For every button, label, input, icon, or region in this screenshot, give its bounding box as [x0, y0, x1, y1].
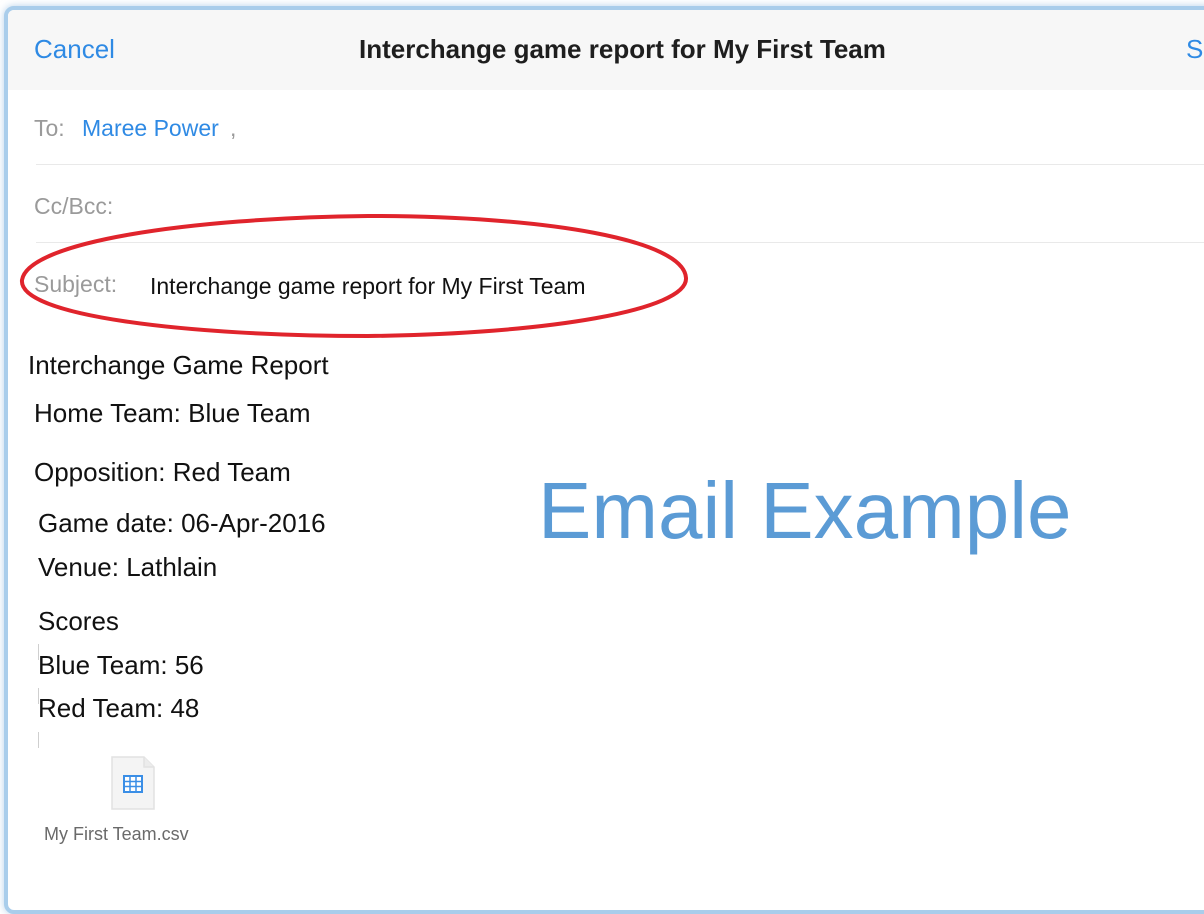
subject-label: Subject: [34, 271, 118, 297]
text-caret-mark [38, 732, 39, 748]
cc-bcc-field[interactable]: Cc/Bcc: [34, 193, 113, 220]
subject-input[interactable]: Interchange game report for My First Tea… [150, 273, 585, 300]
body-line-game-date: Game date: 06-Apr-2016 [38, 508, 326, 538]
body-line-home-team: Home Team: Blue Team [34, 398, 311, 428]
cc-divider [36, 242, 1204, 243]
body-line-scores-heading: Scores [38, 606, 119, 636]
body-line-report-title: Interchange Game Report [28, 350, 329, 380]
email-compose-window: Cancel Interchange game report for My Fi… [4, 6, 1204, 914]
body-line-red-score: Red Team: 48 [38, 693, 200, 723]
to-label: To: [34, 115, 65, 141]
compose-navbar: Cancel Interchange game report for My Fi… [8, 10, 1204, 90]
attachment-file-name: My First Team.csv [44, 824, 189, 844]
body-line-blue-score: Blue Team: 56 [38, 650, 204, 680]
email-example-caption: Email Example [538, 466, 1072, 555]
body-line-opposition: Opposition: Red Team [34, 457, 291, 487]
send-button[interactable]: Se [1186, 34, 1204, 65]
to-divider [36, 164, 1204, 165]
to-separator: , [230, 115, 237, 141]
to-recipient-chip[interactable]: Maree Power [82, 115, 219, 142]
compose-title: Interchange game report for My First Tea… [359, 34, 886, 64]
cancel-button[interactable]: Cancel [34, 34, 115, 65]
body-line-venue: Venue: Lathlain [38, 552, 218, 582]
spreadsheet-file-icon [111, 756, 155, 810]
